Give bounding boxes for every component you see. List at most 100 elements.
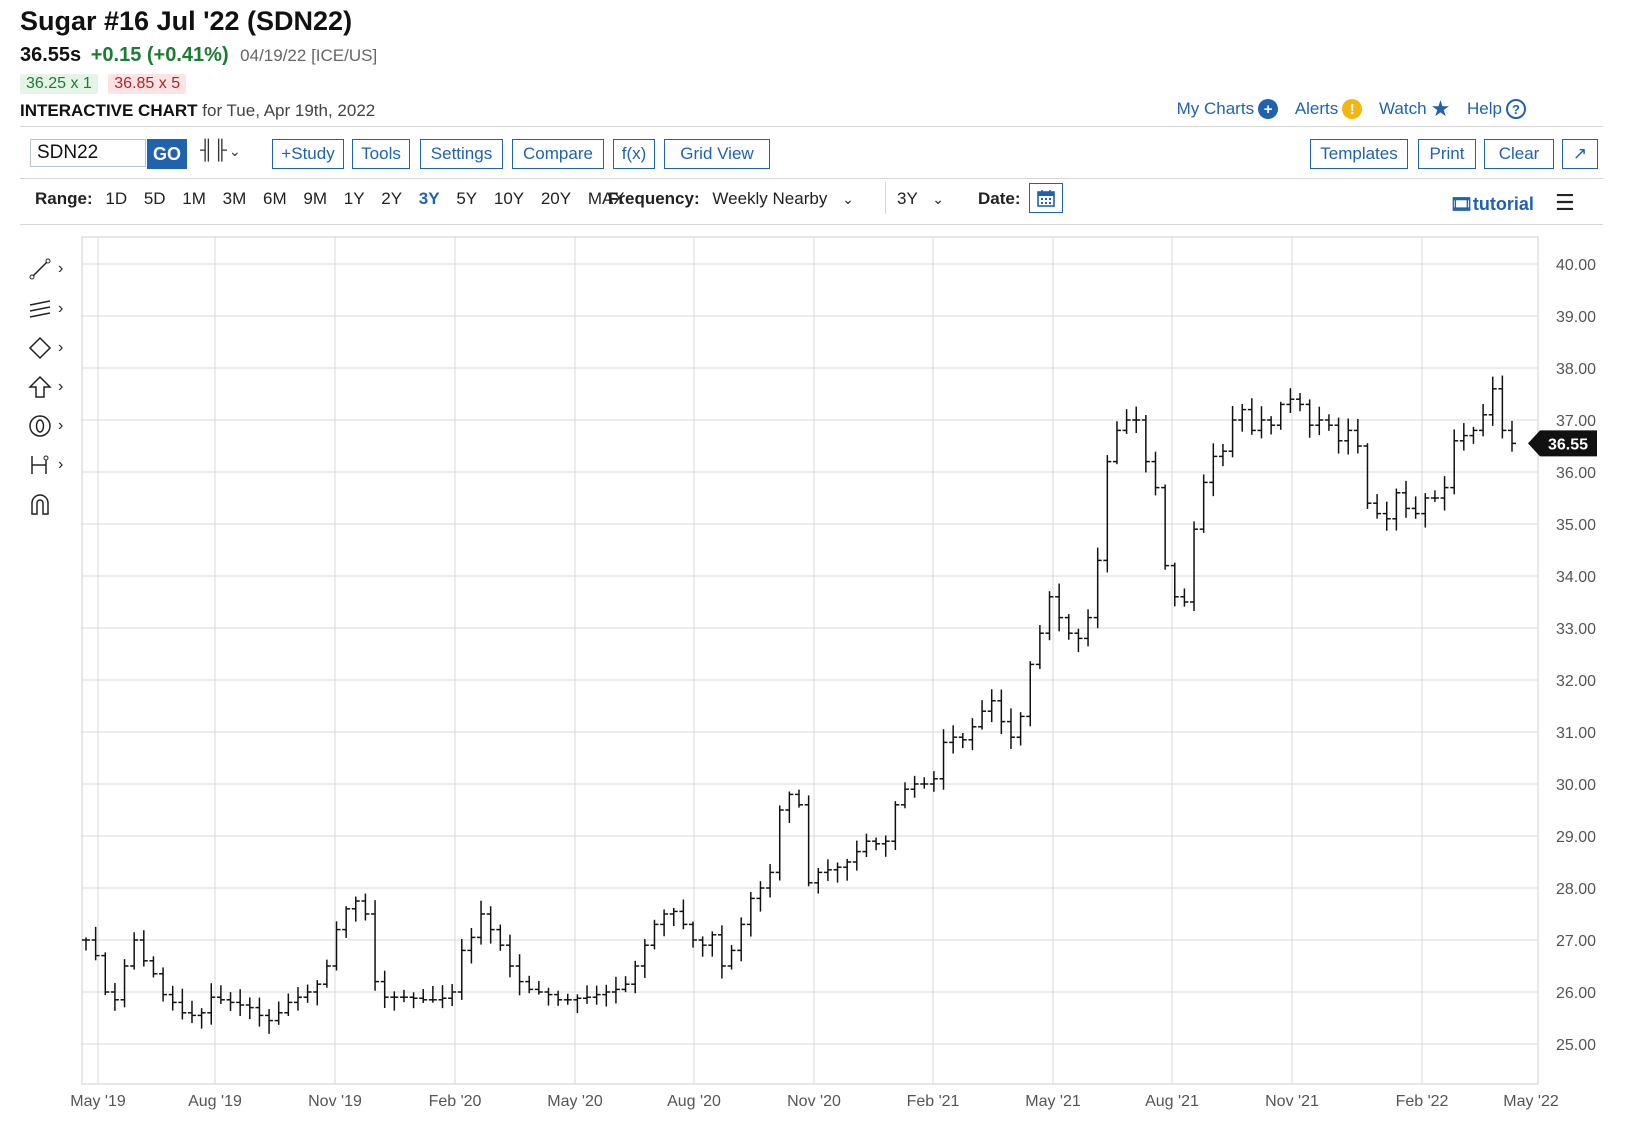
price-bar	[1180, 588, 1189, 607]
price-bar	[525, 975, 534, 994]
price-bar	[1218, 444, 1227, 467]
grid	[81, 236, 1539, 1085]
price-bar	[1430, 490, 1439, 502]
price-bar	[804, 795, 813, 887]
price-bar	[929, 771, 938, 792]
y-tick-label: 29.00	[1556, 829, 1596, 846]
y-tick-label: 28.00	[1556, 881, 1596, 898]
price-bar	[708, 931, 717, 957]
price-bar	[1006, 708, 1015, 749]
x-tick-label: May '21	[1025, 1093, 1081, 1110]
price-bar	[544, 987, 553, 1006]
price-bar	[872, 837, 881, 851]
y-tick-label: 37.00	[1556, 413, 1596, 430]
price-bar	[1141, 415, 1150, 473]
price-bar	[1363, 443, 1372, 509]
x-axis: May '19 Aug '19 Nov '19 Feb '20 May '20 Aug '…	[70, 1093, 1559, 1110]
price-bar	[101, 952, 110, 996]
price-bar	[419, 989, 428, 1003]
last-price-marker: 36.55	[1528, 430, 1597, 457]
price-bar	[814, 868, 823, 894]
price-bar	[862, 833, 871, 858]
x-tick-label: Nov '21	[1265, 1093, 1319, 1110]
price-bar	[910, 775, 919, 798]
price-bar	[631, 960, 640, 994]
price-bar	[255, 997, 264, 1027]
y-tick-label: 33.00	[1556, 621, 1596, 638]
x-tick-label: Aug '21	[1145, 1093, 1199, 1110]
price-bar	[1450, 429, 1459, 495]
price-bar	[785, 791, 794, 823]
y-tick-label: 35.00	[1556, 517, 1596, 534]
price-bar	[110, 983, 119, 1011]
price-bar	[717, 925, 726, 979]
price-bar	[371, 900, 380, 991]
price-bars	[82, 375, 1516, 1034]
price-bar	[1247, 398, 1256, 435]
y-tick-label: 34.00	[1556, 569, 1596, 586]
price-chart[interactable]: 25.00 26.00 27.00 28.00 29.00 30.00 31.00 32.00…	[0, 0, 1626, 1138]
price-bar	[1190, 521, 1199, 612]
price-bar	[621, 976, 630, 993]
price-bar	[1344, 418, 1353, 455]
price-bar	[236, 989, 245, 1017]
price-bar	[351, 896, 360, 922]
price-bar	[891, 801, 900, 851]
price-bar	[1296, 393, 1305, 412]
y-tick-label: 36.00	[1556, 465, 1596, 482]
price-bar	[843, 858, 852, 881]
price-bar	[1132, 406, 1141, 433]
price-bar	[775, 805, 784, 881]
price-bar	[1112, 421, 1121, 465]
price-bar	[554, 990, 563, 1006]
price-bar	[1035, 624, 1044, 670]
price-bar	[660, 909, 669, 937]
price-bar	[428, 985, 437, 1003]
price-bar	[467, 927, 476, 964]
price-bar	[505, 934, 514, 978]
price-bar	[332, 921, 341, 971]
price-bar	[168, 985, 177, 1011]
price-bar	[920, 777, 929, 789]
price-bar	[1488, 376, 1497, 426]
price-bar	[640, 939, 649, 978]
price-bar	[881, 835, 890, 857]
price-bar	[852, 840, 861, 871]
price-bar	[438, 985, 447, 1009]
price-bar	[1257, 406, 1266, 439]
y-tick-label: 30.00	[1556, 777, 1596, 794]
price-bar	[737, 917, 746, 962]
price-bar	[602, 984, 611, 1007]
price-bar	[457, 939, 466, 1000]
price-bar	[997, 689, 1006, 735]
price-bar	[592, 985, 601, 1005]
price-bar	[563, 993, 572, 1005]
price-bar	[149, 956, 158, 978]
price-bar	[293, 987, 302, 1011]
price-bar	[1459, 423, 1468, 451]
price-bar	[197, 1008, 206, 1029]
price-bar	[1151, 451, 1160, 496]
y-tick-label: 40.00	[1556, 257, 1596, 274]
price-bar	[1161, 484, 1170, 570]
x-tick-label: Nov '20	[787, 1093, 841, 1110]
x-tick-label: Feb '21	[907, 1093, 960, 1110]
price-bar	[958, 732, 967, 749]
price-bar	[1267, 416, 1276, 435]
price-bar	[833, 862, 842, 883]
price-bar	[698, 936, 707, 957]
x-tick-label: Aug '19	[188, 1093, 242, 1110]
price-bar	[1122, 409, 1131, 434]
y-tick-label: 38.00	[1556, 361, 1596, 378]
price-bar	[1074, 628, 1083, 653]
price-bar	[823, 859, 832, 881]
price-bar	[313, 980, 322, 1006]
price-bar	[496, 924, 505, 951]
y-tick-label: 32.00	[1556, 673, 1596, 690]
price-bar	[1440, 476, 1449, 511]
price-bar	[284, 993, 293, 1017]
price-bar	[795, 789, 803, 808]
price-bar	[245, 997, 254, 1020]
x-tick-label: Feb '20	[429, 1093, 482, 1110]
x-tick-label: Nov '19	[308, 1093, 362, 1110]
